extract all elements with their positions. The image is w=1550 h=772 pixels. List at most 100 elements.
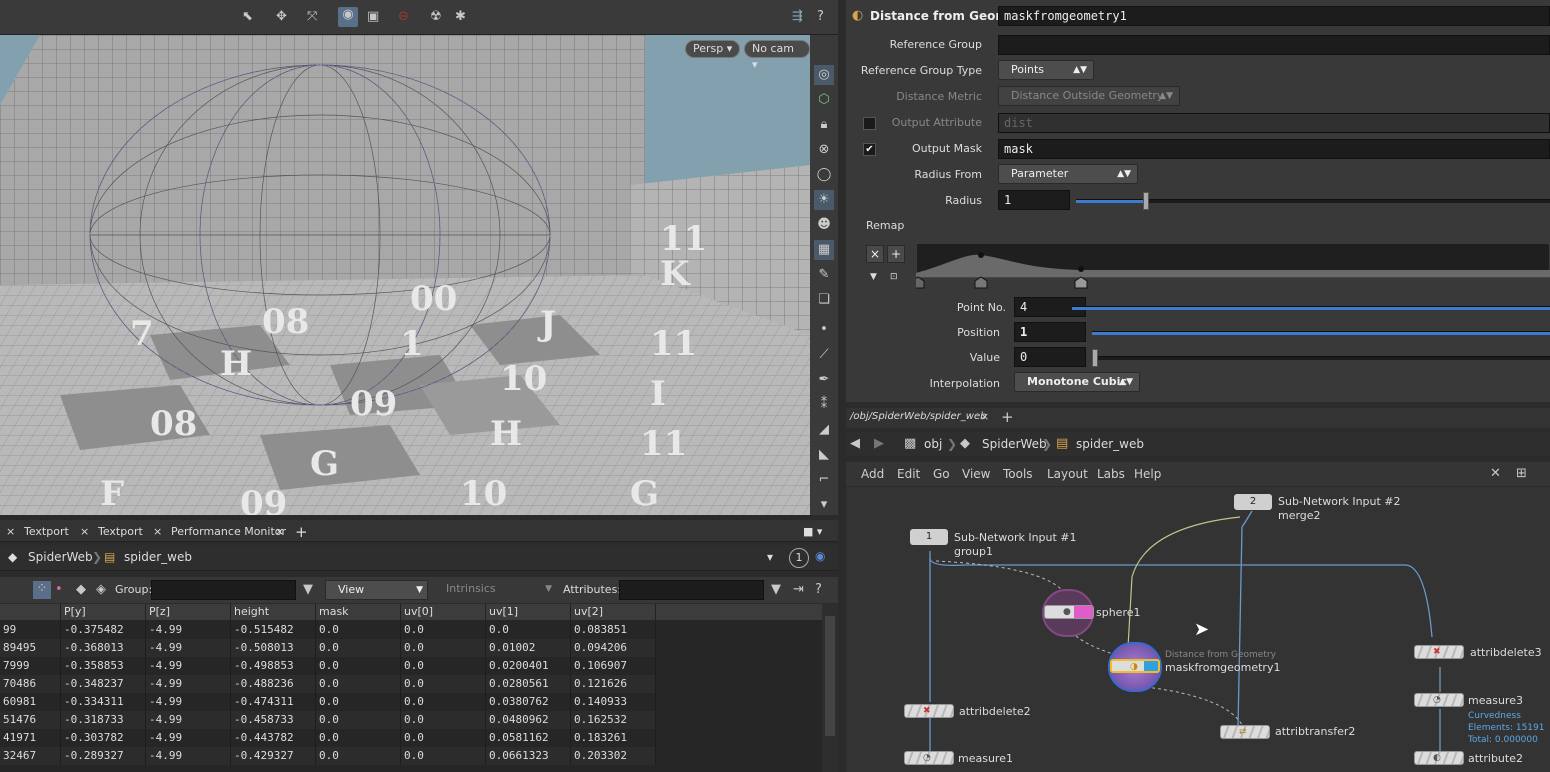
close-icon[interactable]: × bbox=[153, 523, 162, 541]
close-icon[interactable]: × bbox=[980, 410, 989, 423]
intrinsics-dropdown[interactable]: Intrinsics ▼ bbox=[436, 580, 556, 600]
menu-labs[interactable]: Labs bbox=[1097, 467, 1125, 481]
attribdelete3-node[interactable]: ✖ bbox=[1414, 645, 1464, 659]
menu-tools[interactable]: Tools bbox=[1003, 467, 1033, 481]
table-cell[interactable]: -0.429327 bbox=[231, 747, 316, 765]
node-name-field[interactable]: maskfromgeometry1 bbox=[998, 6, 1550, 26]
table-cell[interactable]: -0.498853 bbox=[231, 657, 316, 675]
table-cell[interactable]: 0.094206 bbox=[571, 639, 656, 657]
table-cell[interactable]: 0.0 bbox=[401, 729, 486, 747]
handle-icon[interactable]: ⤧ bbox=[307, 9, 317, 24]
measure3-node[interactable]: ◔ bbox=[1414, 693, 1464, 707]
menu-add[interactable]: Add bbox=[861, 467, 884, 481]
table-cell[interactable]: 0.083851 bbox=[571, 621, 656, 639]
menu-view[interactable]: View bbox=[962, 467, 990, 481]
column-header[interactable]: P[z] bbox=[146, 604, 231, 620]
network-editor[interactable]: 1 Sub-Network Input #1 group1 2 Sub-Netw… bbox=[846, 487, 1550, 772]
back-icon[interactable]: ◀ bbox=[850, 436, 860, 451]
table-cell[interactable]: -4.99 bbox=[146, 675, 231, 693]
table-cell[interactable]: 0.0 bbox=[401, 693, 486, 711]
table-cell[interactable]: 32467 bbox=[0, 747, 61, 765]
distance-metric-menu[interactable]: Distance Outside Geometry ▲▼ bbox=[998, 86, 1180, 106]
add-tab-icon[interactable]: + bbox=[295, 523, 308, 541]
table-cell[interactable]: 7999 bbox=[0, 657, 61, 675]
maskfromgeometry1-node[interactable]: ◑ bbox=[1110, 659, 1160, 673]
chevron-down-icon[interactable]: ▾ bbox=[814, 495, 834, 515]
table-cell[interactable]: -0.443782 bbox=[231, 729, 316, 747]
table-cell[interactable]: 0.140933 bbox=[571, 693, 656, 711]
display-options-icon[interactable]: ⇶ bbox=[792, 9, 803, 24]
corner-icon[interactable]: ⌐ bbox=[814, 470, 834, 490]
close-icon[interactable]: × bbox=[80, 523, 89, 541]
tab-textport[interactable]: Textport bbox=[24, 523, 69, 541]
table-cell[interactable]: 0.162532 bbox=[571, 711, 656, 729]
points-icon[interactable]: ⁘ bbox=[33, 581, 51, 599]
path-crumb-spiderweb[interactable]: SpiderWeb bbox=[982, 437, 1047, 451]
edge-icon[interactable]: ⟋ bbox=[814, 345, 834, 365]
table-cell[interactable]: 0.0581162 bbox=[486, 729, 571, 747]
skull-icon[interactable]: ☻ bbox=[814, 215, 834, 235]
table-cell[interactable]: -0.318733 bbox=[61, 711, 146, 729]
tab-textport-2[interactable]: Textport bbox=[98, 523, 143, 541]
chevron-down-icon[interactable]: ▾ bbox=[767, 550, 773, 564]
camera-menu[interactable]: No cam ▾ bbox=[744, 40, 810, 71]
3d-viewport[interactable]: 08 00 J 1 H 7 09 I 10 H 08 G F 10 11 G 0… bbox=[0, 35, 810, 515]
stack-icon[interactable]: ❏ bbox=[814, 290, 834, 310]
reference-group-type-menu[interactable]: Points ▲▼ bbox=[998, 60, 1094, 80]
link-icon[interactable]: ◉ bbox=[815, 549, 825, 563]
close-icon[interactable]: × bbox=[6, 523, 15, 541]
view-menu[interactable]: Persp ▾ bbox=[685, 40, 741, 58]
snap-multi-icon[interactable]: ◣ bbox=[814, 445, 834, 465]
snapshot-icon[interactable]: ▣ bbox=[367, 9, 379, 24]
column-header[interactable]: uv[2] bbox=[571, 604, 656, 620]
subnet-input-1-node[interactable]: 1 bbox=[910, 529, 948, 545]
column-header[interactable]: P[y] bbox=[61, 604, 146, 620]
snap-grid-icon[interactable]: ⁑ bbox=[814, 395, 834, 415]
radius-slider-handle[interactable] bbox=[1143, 192, 1149, 210]
sphere1-node[interactable]: ● bbox=[1044, 605, 1094, 619]
table-cell[interactable]: 0.0 bbox=[401, 711, 486, 729]
menu-edit[interactable]: Edit bbox=[897, 467, 920, 481]
table-cell[interactable]: 0.0 bbox=[316, 693, 401, 711]
table-cell[interactable]: 0.0280561 bbox=[486, 675, 571, 693]
subnet-input-2-node[interactable]: 2 bbox=[1234, 494, 1272, 510]
table-cell[interactable]: -0.289327 bbox=[61, 747, 146, 765]
collapse-icon[interactable]: ▼ bbox=[870, 272, 877, 282]
export-icon[interactable]: ⇥ bbox=[793, 582, 804, 597]
table-cell[interactable]: -0.334311 bbox=[61, 693, 146, 711]
radius-input[interactable]: 1 bbox=[998, 190, 1070, 210]
table-cell[interactable]: 0.01002 bbox=[486, 639, 571, 657]
table-cell[interactable]: 0.0 bbox=[401, 639, 486, 657]
detail-icon[interactable]: ◈ bbox=[96, 582, 106, 597]
table-cell[interactable]: 0.0661323 bbox=[486, 747, 571, 765]
camera-icon[interactable]: ◉ bbox=[338, 7, 358, 27]
lock-icon[interactable]: 🔒︎ bbox=[814, 115, 834, 135]
point-no-slider[interactable] bbox=[1072, 306, 1550, 310]
display-icon[interactable]: ◎ bbox=[814, 65, 834, 85]
table-cell[interactable]: 0.0 bbox=[316, 639, 401, 657]
interpolation-menu[interactable]: Monotone Cubic ▲▼ bbox=[1014, 372, 1140, 392]
table-cell[interactable]: 0.106907 bbox=[571, 657, 656, 675]
radius-slider[interactable] bbox=[1076, 192, 1550, 210]
column-header[interactable] bbox=[0, 604, 61, 620]
column-header[interactable]: height bbox=[231, 604, 316, 620]
radius-from-menu[interactable]: Parameter ▲▼ bbox=[998, 164, 1138, 184]
group-input[interactable] bbox=[151, 580, 296, 600]
table-cell[interactable]: 0.0 bbox=[316, 729, 401, 747]
table-cell[interactable]: 89495 bbox=[0, 639, 61, 657]
close-icon[interactable]: × bbox=[275, 523, 284, 541]
table-cell[interactable]: 0.0 bbox=[401, 747, 486, 765]
column-header[interactable]: uv[1] bbox=[486, 604, 571, 620]
tools-icon[interactable]: ✕ bbox=[1490, 466, 1501, 481]
help-icon[interactable]: ? bbox=[817, 9, 824, 24]
snap-prim-icon[interactable]: ◢ bbox=[814, 420, 834, 440]
table-cell[interactable]: 0.0380762 bbox=[486, 693, 571, 711]
table-cell[interactable]: -0.358853 bbox=[61, 657, 146, 675]
tab-network-path[interactable]: /obj/SpiderWeb/spider_web bbox=[850, 411, 986, 422]
menu-help[interactable]: Help bbox=[1134, 467, 1161, 481]
add-point-button[interactable]: + bbox=[887, 245, 905, 263]
table-cell[interactable]: -0.348237 bbox=[61, 675, 146, 693]
add-tab-icon[interactable]: + bbox=[1001, 408, 1014, 426]
measure1-node[interactable]: ◔ bbox=[904, 751, 954, 765]
point-icon[interactable]: • bbox=[814, 320, 834, 340]
